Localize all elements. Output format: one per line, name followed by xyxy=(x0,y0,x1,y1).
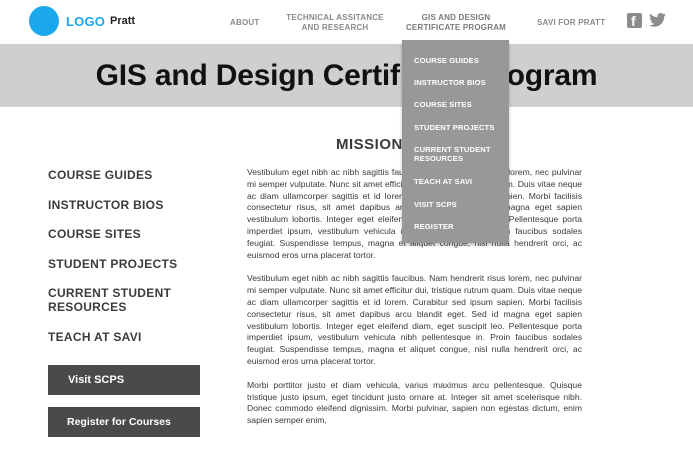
nav-savi-label: SAVI FOR PRATT xyxy=(537,18,606,27)
dropdown-item-label: COURSE SITES xyxy=(414,100,472,109)
sidebar-item-current-student-resources[interactable]: CURRENT STUDENT RESOURCES xyxy=(48,286,171,314)
dropdown-item-label: STUDENT PROJECTS xyxy=(414,123,495,132)
nav-technical-line1: TECHNICAL ASSITANCE xyxy=(286,13,384,22)
content-paragraph: Morbi porttitor justo et diam vehicula, … xyxy=(247,379,582,426)
sidebar-item-instructor-bios[interactable]: INSTRUCTOR BIOS xyxy=(48,198,164,212)
register-for-courses-button[interactable]: Register for Courses xyxy=(48,407,200,437)
nav-savi-for-pratt[interactable]: SAVI FOR PRATT xyxy=(537,18,605,28)
dropdown-item-label: TEACH AT SAVI xyxy=(414,177,473,186)
facebook-icon[interactable]: f xyxy=(627,13,642,29)
logo-icon[interactable] xyxy=(29,6,59,36)
mission-heading: MISSION xyxy=(336,136,403,153)
sidebar-item-label: INSTRUCTOR BIOS xyxy=(48,198,164,212)
sidebar-item-label: COURSE SITES xyxy=(48,227,141,241)
dropdown-item-course-guides[interactable]: COURSE GUIDES xyxy=(414,56,479,65)
dropdown-item-register[interactable]: REGISTER xyxy=(414,222,454,231)
dropdown-item-label: INSTRUCTOR BIOS xyxy=(414,78,486,87)
dropdown-item-label: CURRENT STUDENT xyxy=(414,145,491,154)
dropdown-item-instructor-bios[interactable]: INSTRUCTOR BIOS xyxy=(414,78,486,87)
nav-about-label: ABOUT xyxy=(230,18,260,27)
nav-about[interactable]: ABOUT xyxy=(230,18,259,28)
dropdown-item-student-projects[interactable]: STUDENT PROJECTS xyxy=(414,123,495,132)
dropdown-item-label: REGISTER xyxy=(414,222,454,231)
sidebar-item-course-sites[interactable]: COURSE SITES xyxy=(48,227,141,241)
sidebar-item-teach-at-savi[interactable]: TEACH AT SAVI xyxy=(48,330,142,344)
sidebar-item-label: CURRENT STUDENT xyxy=(48,286,172,300)
nav-technical-line2: AND RESEARCH xyxy=(301,23,369,32)
twitter-icon[interactable] xyxy=(649,13,666,27)
sidebar-item-label: TEACH AT SAVI xyxy=(48,330,142,344)
dropdown-item-visit-scps[interactable]: VISIT SCPS xyxy=(414,200,457,209)
visit-scps-button[interactable]: Visit SCPS xyxy=(48,365,200,395)
page-title: GIS and Design Certificate Program xyxy=(95,59,598,92)
dropdown-item-label-line2: RESOURCES xyxy=(414,154,464,163)
sidebar-item-label: STUDENT PROJECTS xyxy=(48,257,178,271)
dropdown-item-course-sites[interactable]: COURSE SITES xyxy=(414,100,472,109)
nav-technical-assistance[interactable]: TECHNICAL ASSITANCE AND RESEARCH xyxy=(284,13,386,33)
page-banner: GIS and Design Certificate Program xyxy=(0,44,693,107)
sidebar-item-student-projects[interactable]: STUDENT PROJECTS xyxy=(48,257,177,271)
site-header: LOGO Pratt ABOUT TECHNICAL ASSITANCE AND… xyxy=(0,0,693,44)
nav-gis-line2: CERTIFICATE PROGRAM xyxy=(405,23,507,32)
dropdown-item-label: COURSE GUIDES xyxy=(414,56,480,65)
nav-gis-certificate[interactable]: GIS AND DESIGN CERTIFICATE PROGRAM xyxy=(404,13,508,33)
dropdown-item-label: VISIT SCPS xyxy=(414,200,457,209)
dropdown-item-teach-at-savi[interactable]: TEACH AT SAVI xyxy=(414,177,472,186)
logo-subtext[interactable]: Pratt xyxy=(110,15,135,27)
content-paragraph: Vestibulum eget nibh ac nibh sagittis fa… xyxy=(247,273,582,366)
nav-gis-line1: GIS AND DESIGN xyxy=(421,13,491,22)
sidebar-item-label: COURSE GUIDES xyxy=(48,168,153,182)
gis-dropdown-menu: COURSE GUIDES INSTRUCTOR BIOS COURSE SIT… xyxy=(402,40,509,243)
sidebar-item-label-line2: RESOURCES xyxy=(48,300,127,314)
sidebar-item-course-guides[interactable]: COURSE GUIDES xyxy=(48,168,153,182)
dropdown-item-current-student-resources[interactable]: CURRENT STUDENT RESOURCES xyxy=(414,145,491,163)
logo-text[interactable]: LOGO xyxy=(66,14,105,29)
